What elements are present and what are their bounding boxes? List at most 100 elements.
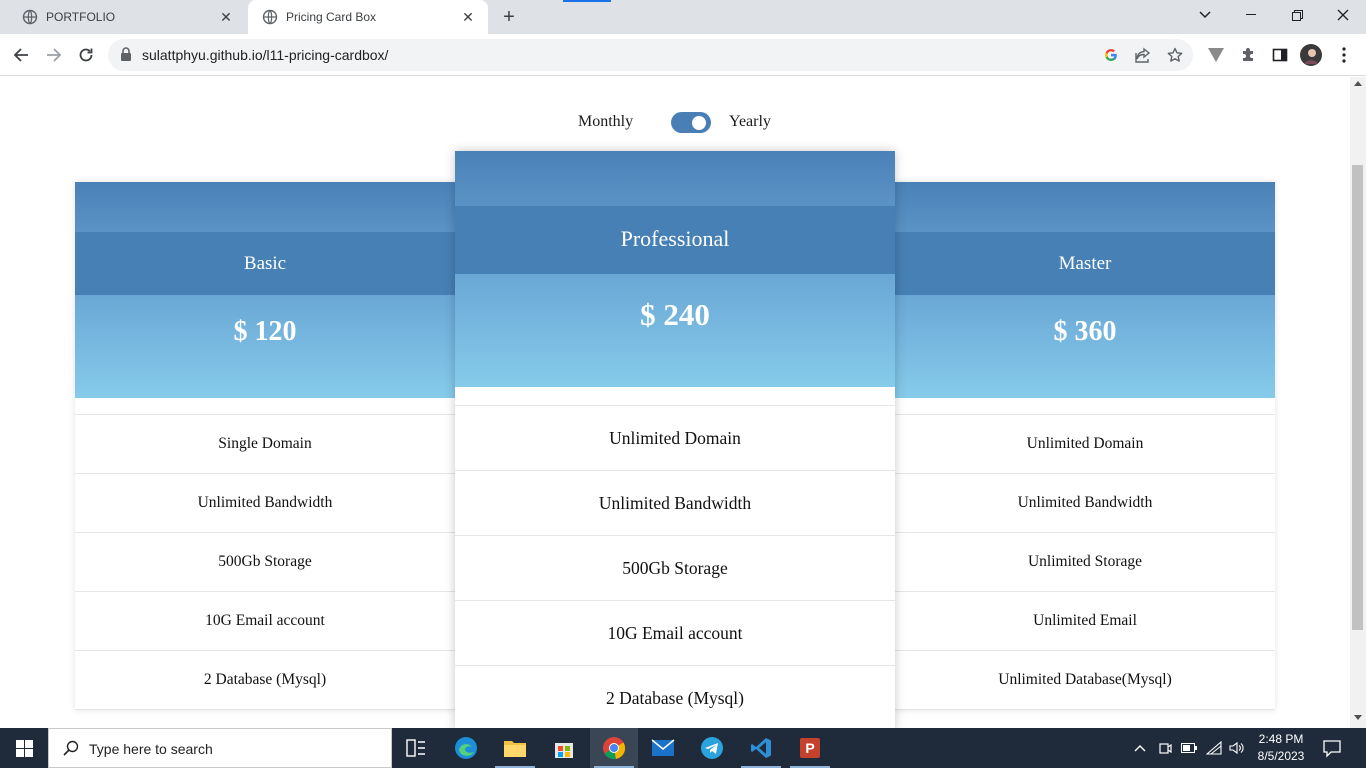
arrow-left-icon [13, 48, 28, 62]
taskbar-search-box[interactable]: Type here to search [48, 728, 392, 768]
chevron-up-icon [1134, 745, 1146, 752]
feature-item: 500Gb Storage [75, 533, 455, 592]
tab-title: Pricing Card Box [286, 10, 377, 24]
tab-portfolio[interactable]: PORTFOLIO ✕ [8, 0, 246, 34]
edge-app[interactable] [442, 728, 490, 768]
pricing-card-professional: Professional $ 240 Unlimited Domain Unli… [455, 151, 895, 728]
plan-price: $ 360 [895, 295, 1275, 398]
tab-search-button[interactable] [1182, 0, 1228, 30]
windows-logo-icon [15, 739, 33, 757]
plan-name: Basic [75, 232, 455, 295]
globe-icon [262, 9, 278, 25]
feature-item: Unlimited Bandwidth [895, 474, 1275, 533]
feature-item: 10G Email account [455, 601, 895, 666]
address-bar[interactable]: sulattphyu.github.io/l11-pricing-cardbox… [108, 39, 1193, 71]
plan-price: $ 240 [455, 274, 895, 387]
close-window-button[interactable] [1320, 0, 1366, 30]
meet-now-button[interactable] [1155, 728, 1175, 768]
mail-icon [651, 739, 675, 756]
close-tab-icon[interactable]: ✕ [218, 9, 234, 25]
url-text: sulattphyu.github.io/l11-pricing-cardbox… [142, 47, 389, 63]
start-button[interactable] [0, 728, 48, 768]
mail-app[interactable] [639, 728, 687, 768]
network-indicator[interactable] [1203, 728, 1225, 768]
google-icon [1105, 49, 1117, 61]
tab-pricing-card-box[interactable]: Pricing Card Box ✕ [248, 0, 488, 34]
lock-icon [121, 47, 131, 61]
card-header-band [895, 182, 1275, 232]
globe-icon [22, 9, 38, 25]
vscode-icon [751, 738, 771, 758]
side-panel-button[interactable] [1269, 44, 1291, 66]
chrome-app[interactable] [590, 728, 638, 768]
feature-item: Unlimited Domain [895, 415, 1275, 474]
feature-item: 500Gb Storage [455, 536, 895, 601]
clock-date: 8/5/2023 [1257, 749, 1305, 763]
card-divider [455, 387, 895, 406]
minimize-icon [1246, 14, 1256, 15]
feature-item: Unlimited Bandwidth [455, 471, 895, 536]
file-explorer-app[interactable] [491, 728, 539, 768]
puzzle-icon [1243, 48, 1253, 61]
scrollbar-thumb[interactable] [1352, 165, 1363, 630]
forward-button[interactable] [41, 42, 67, 68]
speaker-icon [1229, 741, 1244, 755]
notification-center-button[interactable] [1322, 738, 1342, 763]
pricing-card-master: Master $ 360 Unlimited Domain Unlimited … [895, 182, 1275, 710]
arrow-right-icon [47, 48, 62, 62]
close-tab-icon[interactable]: ✕ [460, 9, 476, 25]
avatar-icon [1300, 44, 1322, 66]
feature-item: Unlimited Email [895, 592, 1275, 651]
search-icon [63, 740, 79, 756]
feature-item: Unlimited Database(Mysql) [895, 651, 1275, 710]
browser-toolbar: sulattphyu.github.io/l11-pricing-cardbox… [0, 34, 1366, 76]
store-app[interactable] [540, 728, 588, 768]
restore-icon [1291, 9, 1303, 21]
back-button[interactable] [8, 42, 34, 68]
notification-icon [1323, 740, 1341, 758]
search-placeholder: Type here to search [89, 741, 213, 757]
more-vert-icon [1342, 47, 1346, 63]
tab-loading-indicator [563, 0, 611, 2]
side-panel-icon [1272, 48, 1288, 62]
vscode-app[interactable] [737, 728, 785, 768]
reload-button[interactable] [73, 42, 99, 68]
close-icon [1337, 9, 1349, 21]
battery-indicator[interactable] [1178, 728, 1200, 768]
store-icon [555, 743, 573, 758]
show-hidden-icons-button[interactable] [1130, 728, 1150, 768]
camera-icon [1159, 743, 1172, 754]
feature-item: 2 Database (Mysql) [455, 666, 895, 728]
restore-button[interactable] [1274, 0, 1320, 30]
bookmark-button[interactable] [1165, 45, 1185, 65]
card-divider [75, 398, 455, 415]
extension-button[interactable] [1205, 44, 1227, 66]
profile-avatar[interactable] [1300, 44, 1322, 66]
browser-menu-button[interactable] [1333, 44, 1355, 66]
feature-item: Unlimited Storage [895, 533, 1275, 592]
extensions-button[interactable] [1237, 44, 1259, 66]
tab-title: PORTFOLIO [46, 10, 116, 24]
new-tab-button[interactable]: + [498, 7, 520, 29]
scroll-down-arrow-icon[interactable] [1354, 715, 1362, 720]
folder-icon [504, 741, 526, 757]
task-view-button[interactable] [392, 728, 440, 768]
edge-icon [455, 737, 477, 759]
taskbar-clock[interactable]: 2:48 PM 8/5/2023 [1248, 731, 1314, 765]
telegram-icon [701, 737, 723, 759]
page-scrollbar[interactable] [1350, 77, 1366, 728]
telegram-app[interactable] [688, 728, 736, 768]
powerpoint-app[interactable]: P [786, 728, 834, 768]
billing-switch[interactable] [671, 112, 711, 133]
windows-taskbar: Type here to search P 2:48 PM 8/5/2023 [0, 728, 1366, 768]
scroll-up-arrow-icon[interactable] [1354, 81, 1362, 86]
wifi-icon [1206, 741, 1222, 755]
minimize-button[interactable] [1228, 0, 1274, 30]
feature-item: Single Domain [75, 415, 455, 474]
google-lens-button[interactable] [1101, 45, 1121, 65]
clock-time: 2:48 PM [1258, 732, 1304, 746]
tab-strip: PORTFOLIO ✕ Pricing Card Box ✕ + [0, 0, 1366, 34]
share-button[interactable] [1133, 45, 1153, 65]
reload-icon [79, 48, 93, 62]
volume-indicator[interactable] [1226, 728, 1248, 768]
